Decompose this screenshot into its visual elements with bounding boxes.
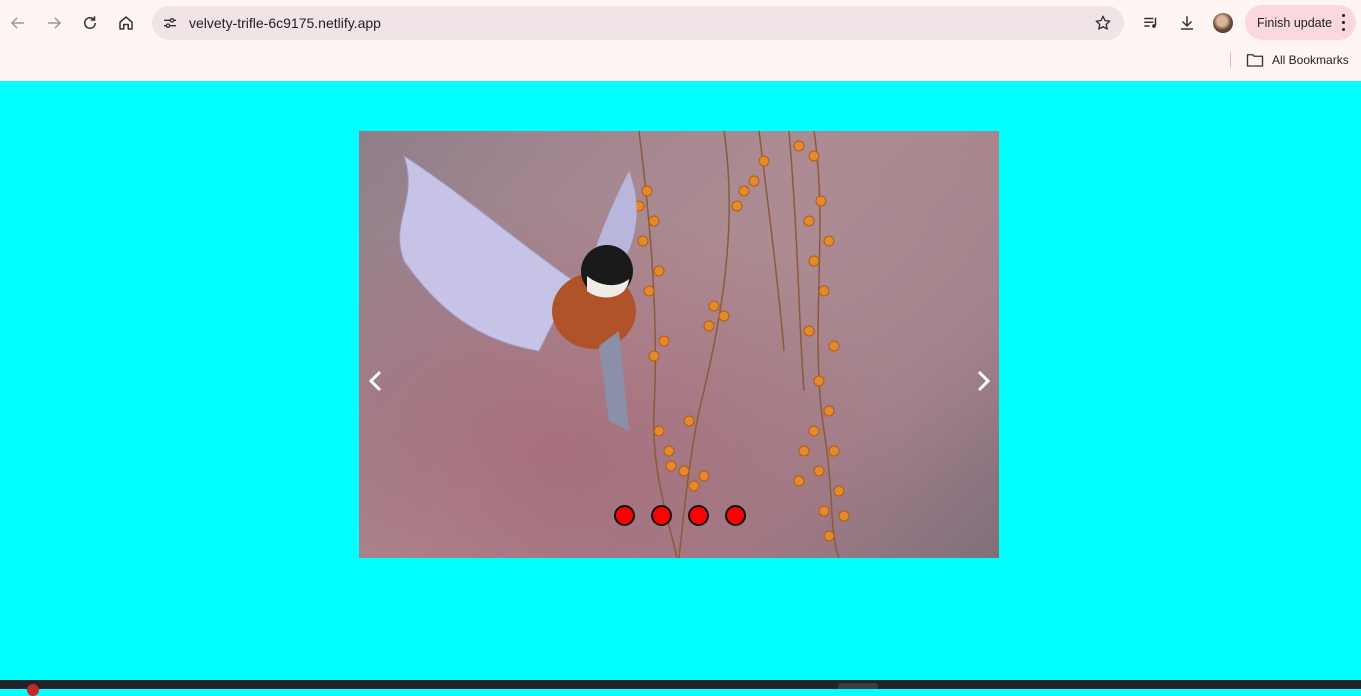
finish-update-button[interactable]: Finish update [1245, 5, 1356, 40]
all-bookmarks-label: All Bookmarks [1272, 53, 1349, 67]
all-bookmarks-button[interactable]: All Bookmarks [1246, 50, 1349, 70]
next-slide-button[interactable] [969, 367, 997, 395]
home-button[interactable] [111, 8, 141, 38]
slide-dot-1[interactable] [614, 505, 635, 526]
bookmarks-divider [1230, 52, 1231, 68]
arrow-right-icon [48, 17, 62, 29]
address-bar[interactable]: velvety-trifle-6c9175.netlify.app [152, 6, 1124, 40]
chevron-right-icon [977, 370, 991, 392]
reload-button[interactable] [75, 8, 105, 38]
finish-update-label: Finish update [1257, 15, 1333, 30]
taskbar-app-icon[interactable] [27, 684, 39, 696]
folder-icon [1246, 54, 1264, 67]
download-icon [1181, 16, 1193, 30]
downloads-button[interactable] [1173, 9, 1201, 37]
media-controls-button[interactable] [1137, 9, 1165, 37]
taskbar-item[interactable] [838, 683, 878, 689]
forward-button[interactable] [39, 8, 69, 38]
home-icon [119, 16, 133, 30]
image-slider [359, 131, 999, 558]
slide-dot-4[interactable] [725, 505, 746, 526]
bird-with-berries-photo [399, 131, 850, 558]
slide-dot-2[interactable] [651, 505, 672, 526]
bookmark-star-button[interactable] [1092, 12, 1114, 34]
site-info-button[interactable] [158, 11, 182, 35]
arrow-left-icon [10, 17, 24, 29]
star-icon [1095, 15, 1111, 30]
chevron-left-icon [368, 370, 382, 392]
avatar[interactable] [1213, 13, 1233, 33]
prev-slide-button[interactable] [362, 367, 390, 395]
back-button[interactable] [3, 8, 33, 38]
reload-icon [84, 16, 96, 29]
slide-dot-3[interactable] [688, 505, 709, 526]
tune-icon [164, 18, 176, 28]
browser-toolbar: velvety-trifle-6c9175.netlify.app Finish… [0, 0, 1361, 81]
os-taskbar [0, 680, 1361, 689]
url-text[interactable]: velvety-trifle-6c9175.netlify.app [189, 15, 381, 31]
slide-indicator-dots [614, 505, 746, 526]
kebab-menu-icon [1338, 13, 1348, 33]
playlist-icon [1144, 17, 1157, 28]
